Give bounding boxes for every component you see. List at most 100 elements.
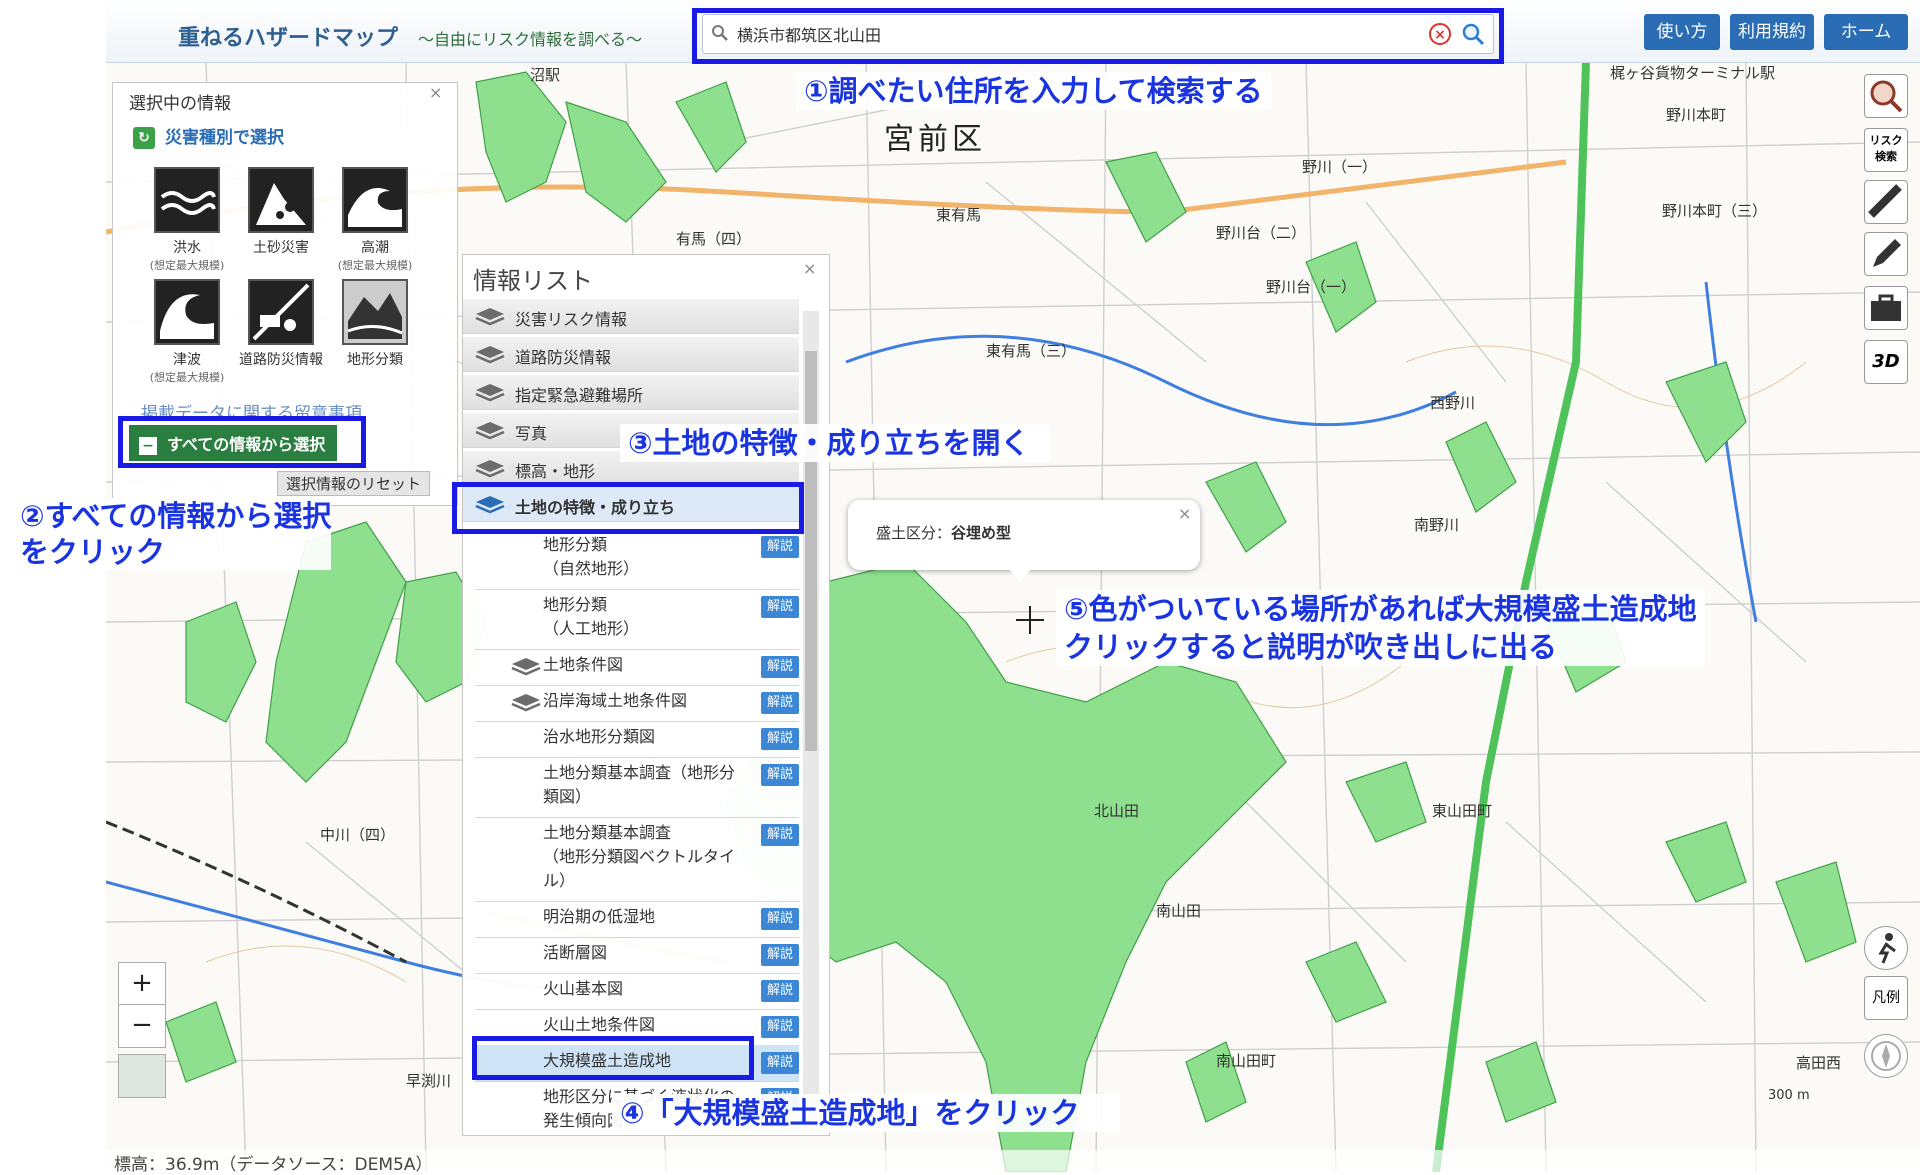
subitem-line: 地形分類	[543, 535, 608, 554]
subitem-line: （自然地形）	[543, 559, 640, 578]
place-label: 野川台（二）	[1216, 224, 1307, 242]
info-list-subitem[interactable]: 火山基本図 解説	[475, 973, 799, 1010]
map-scale: 300 m	[1768, 1088, 1810, 1103]
toolbox-button[interactable]	[1864, 286, 1908, 330]
hazard-flood[interactable]: 洪水 (想定最大規模)	[137, 167, 237, 273]
landslide-icon	[248, 167, 314, 233]
app-title[interactable]: 重ねるハザードマップ	[178, 20, 398, 52]
place-label: 野川台（一）	[1266, 278, 1357, 296]
explain-button[interactable]: 解説	[761, 692, 799, 714]
compass-button[interactable]	[1864, 1034, 1908, 1078]
elevation-bar: 標高：36.9m（データソース：DEM5A）	[106, 1150, 1920, 1175]
how-to-use-button[interactable]: 使い方	[1644, 14, 1720, 50]
hazard-landform[interactable]: 地形分類	[325, 279, 425, 369]
close-icon[interactable]: ×	[1178, 504, 1191, 523]
hazard-label: 津波	[173, 352, 201, 368]
info-list-subitem[interactable]: 治水地形分類図 解説	[475, 721, 799, 758]
subitem-line: 火山基本図	[543, 979, 624, 998]
annotation-step3: ③土地の特徴・成り立ちを開く	[620, 424, 1050, 462]
ruler-icon	[1868, 184, 1902, 218]
layers-icon	[473, 457, 507, 483]
pencil-icon	[1873, 239, 1901, 267]
road-disaster-icon	[248, 279, 314, 345]
info-list-subitem-label: 土地条件図	[543, 653, 623, 677]
info-list-subitem[interactable]: 土地分類基本調査 （地形分類図ベクトルタイ ル） 解説	[475, 817, 799, 902]
info-list-subitem[interactable]: 明治期の低湿地 解説	[475, 901, 799, 938]
info-list-subitem[interactable]: 地形分類 （自然地形） 解説	[475, 529, 799, 590]
place-label: 南山田町	[1216, 1052, 1277, 1070]
explain-button[interactable]: 解説	[761, 596, 799, 618]
layers-icon	[473, 343, 507, 369]
hazard-note: (想定最大規模)	[149, 259, 225, 272]
place-label: 野川本町	[1666, 106, 1727, 124]
zoom-out-button[interactable]: −	[118, 1004, 166, 1048]
explain-button[interactable]: 解説	[761, 728, 799, 750]
explain-button[interactable]: 解説	[761, 536, 799, 558]
subitem-line: 土地分類基本調査	[543, 823, 672, 842]
reset-selection-button[interactable]: 選択情報のリセット	[277, 471, 431, 496]
explain-button[interactable]: 解説	[761, 824, 799, 846]
info-list-item[interactable]: 災害リスク情報	[463, 299, 799, 334]
layers-icon	[473, 305, 507, 331]
layers-icon	[473, 419, 507, 445]
3d-view-button[interactable]: 3D	[1864, 340, 1908, 384]
subitem-line: 類図）	[543, 787, 592, 806]
info-list-subitem-label: 沿岸海域土地条件図	[543, 689, 687, 713]
hazard-road-disaster[interactable]: 道路防災情報	[231, 279, 331, 369]
explain-button[interactable]: 解説	[761, 764, 799, 786]
zoom-in-button[interactable]: +	[118, 962, 166, 1006]
risk-search-button[interactable]: リスク検索	[1864, 128, 1908, 172]
info-list-item[interactable]: 道路防災情報	[463, 337, 799, 372]
draw-tool-button[interactable]	[1864, 232, 1908, 276]
highlight-search-box	[692, 8, 1504, 64]
hazard-storm-surge[interactable]: 高潮 (想定最大規模)	[325, 167, 425, 273]
explain-button[interactable]: 解説	[761, 1016, 799, 1038]
subitem-line: 治水地形分類図	[543, 727, 656, 746]
info-list-subitem[interactable]: 地形分類 （人工地形） 解説	[475, 589, 799, 650]
street-view-button[interactable]	[1864, 926, 1908, 970]
measure-tool-button[interactable]	[1864, 180, 1908, 224]
info-list-subitem-label: 火山土地条件図	[543, 1013, 655, 1037]
hazard-note: (想定最大規模)	[337, 259, 413, 272]
info-list-subitem[interactable]: 活断層図 解説	[475, 937, 799, 974]
info-list-subitem[interactable]: 沿岸海域土地条件図 解説	[475, 685, 799, 722]
map-search-tool-button[interactable]	[1864, 74, 1908, 118]
hazard-tsunami[interactable]: 津波 (想定最大規模)	[137, 279, 237, 385]
fill-type-popup: × 盛土区分：谷埋め型	[848, 500, 1200, 582]
hazard-label: 道路防災情報	[239, 352, 323, 368]
info-list-subitem-label: 地形分類 （人工地形）	[543, 593, 639, 641]
popup-text: 盛土区分：谷埋め型	[876, 522, 1011, 543]
app-subtitle: ～自由にリスク情報を調べる～	[418, 30, 643, 49]
annotation-step2-line1: ②すべての情報から選択	[20, 499, 332, 533]
subitem-line: 地形分類	[543, 595, 608, 614]
info-list-subitem-label: 治水地形分類図	[543, 725, 655, 749]
hazard-landslide[interactable]: 土砂災害	[231, 167, 331, 257]
explain-button[interactable]: 解説	[761, 1052, 799, 1074]
info-list-item[interactable]: 指定緊急避難場所	[463, 375, 799, 410]
info-list-subitem[interactable]: 土地条件図 解説	[475, 649, 799, 686]
select-by-hazard-header[interactable]: ↻ 災害種別で選択	[133, 123, 284, 149]
close-icon[interactable]: ×	[803, 259, 816, 278]
landform-icon	[342, 279, 408, 345]
explain-button[interactable]: 解説	[761, 656, 799, 678]
terms-button[interactable]: 利用規約	[1730, 14, 1814, 50]
place-label: 東有馬	[936, 206, 982, 224]
home-button[interactable]: ホーム	[1824, 14, 1908, 50]
place-label: 東有馬（三）	[986, 342, 1077, 360]
river-label: 早渕川	[406, 1072, 452, 1090]
place-label: 野川（一）	[1302, 158, 1378, 176]
place-label: 南山田	[1156, 902, 1202, 920]
explain-button[interactable]: 解説	[761, 908, 799, 930]
explain-button[interactable]: 解説	[761, 980, 799, 1002]
hazard-label: 洪水	[173, 240, 201, 256]
ward-label: 宮前区	[884, 122, 986, 157]
layers-icon	[473, 381, 507, 407]
info-list-subitem[interactable]: 土地分類基本調査（地形分 類図） 解説	[475, 757, 799, 818]
popup-tail	[1008, 568, 1032, 582]
scrollbar-thumb[interactable]	[805, 351, 817, 751]
legend-button[interactable]: 凡例	[1864, 976, 1908, 1020]
subitem-line: 土地分類基本調査（地形分	[543, 763, 736, 782]
explain-button[interactable]: 解説	[761, 944, 799, 966]
close-icon[interactable]: ×	[429, 83, 442, 102]
basemap-switch-button[interactable]	[118, 1054, 166, 1098]
